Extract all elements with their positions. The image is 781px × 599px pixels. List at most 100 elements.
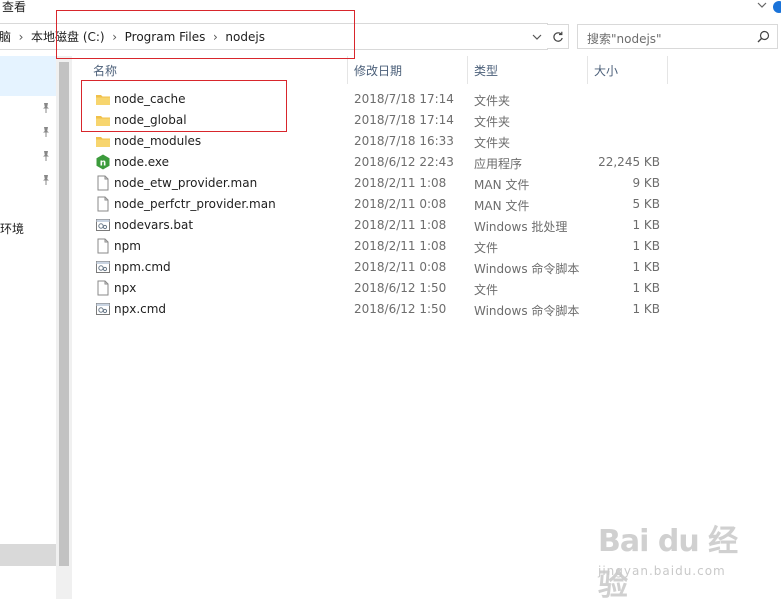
column-header-size[interactable]: 大小 [594,56,618,84]
folder-icon [96,116,110,126]
breadcrumb-item-pc[interactable]: 脑 [0,28,11,45]
file-type: 文件 [474,283,499,297]
refresh-button[interactable] [547,24,569,49]
file-icon [97,238,109,254]
file-row[interactable]: npx.cmd 2018/6/12 1:50 Windows 命令脚本 1 KB [87,299,687,320]
pin-icon[interactable] [40,174,52,186]
search-placeholder: 搜索"nodejs" [587,32,662,46]
file-name: nodevars.bat [114,218,194,232]
file-size: 1 KB [632,218,660,232]
file-type: MAN 文件 [474,178,530,192]
search-input[interactable]: 搜索"nodejs" [577,24,778,49]
column-header-type[interactable]: 类型 [474,56,498,84]
file-row[interactable]: nodevars.bat 2018/2/11 1:08 Windows 批处理 1 K… [87,215,687,236]
file-icon [97,175,109,191]
file-type: 应用程序 [474,157,523,171]
column-divider[interactable] [467,56,468,84]
file-name: node_etw_provider.man [114,176,258,190]
file-modified: 2018/7/18 17:14 [354,92,454,106]
file-name: npx [114,281,137,295]
column-header-modified[interactable]: 修改日期 [354,56,402,84]
help-icon[interactable] [773,1,781,13]
file-row[interactable]: node_cache 2018/7/18 17:14 文件夹 [87,89,687,110]
column-divider[interactable] [667,56,668,84]
file-row[interactable]: npm.cmd 2018/2/11 0:08 Windows 命令脚本 1 KB [87,257,687,278]
file-modified: 2018/7/18 16:33 [354,134,454,148]
file-type: Windows 命令脚本 [474,304,580,318]
search-icon[interactable] [757,30,770,43]
file-name: node_cache [114,92,186,106]
watermark-url: jingyan.baidu.com [598,564,726,578]
nav-item-selected[interactable] [0,544,56,566]
nav-item-quick-access[interactable] [0,56,56,96]
pin-icon[interactable] [40,150,52,162]
breadcrumb-item-program-files[interactable]: Program Files [125,30,206,44]
pin-icon[interactable] [40,102,52,114]
navigation-pane: 环境 [0,56,56,599]
file-modified: 2018/2/11 1:08 [354,176,447,190]
file-type: 文件夹 [474,94,511,108]
file-row[interactable]: n node.exe 2018/6/12 22:43 应用程序 22,245 KB [87,152,687,173]
file-row[interactable]: npm 2018/2/11 1:08 文件 1 KB [87,236,687,257]
column-header-label: 修改日期 [354,63,403,78]
file-type: 文件 [474,241,499,255]
file-modified: 2018/2/11 0:08 [354,260,447,274]
folder-icon [96,95,110,105]
breadcrumb-item-drive-c[interactable]: 本地磁盘 (C:) [31,28,105,45]
file-size: 1 KB [632,302,660,316]
column-header-name[interactable]: 名称 [93,56,117,84]
view-menu-tab[interactable]: 查看 [2,0,26,14]
file-modified: 2018/2/11 0:08 [354,197,447,211]
file-name: node.exe [114,155,170,169]
file-size: 9 KB [632,176,660,190]
folder-icon [96,137,110,147]
file-icon [97,280,109,296]
file-icon [97,196,109,212]
file-modified: 2018/6/12 1:50 [354,281,447,295]
file-row[interactable]: node_perfctr_provider.man 2018/2/11 0:08 M… [87,194,687,215]
file-row[interactable]: node_etw_provider.man 2018/2/11 1:08 MAN 文… [87,173,687,194]
file-modified: 2018/6/12 1:50 [354,302,447,316]
refresh-icon [552,31,563,42]
file-name: npm.cmd [114,260,171,274]
address-history-dropdown[interactable] [529,24,545,49]
file-row[interactable]: node_modules 2018/7/18 16:33 文件夹 [87,131,687,152]
script-icon [96,219,110,231]
column-divider[interactable] [587,56,588,84]
file-modified: 2018/6/12 22:43 [354,155,454,169]
file-type: Windows 批处理 [474,220,568,234]
script-icon [96,261,110,273]
file-size: 1 KB [632,239,660,253]
file-name: node_perfctr_provider.man [114,197,276,211]
column-divider[interactable] [347,56,348,84]
watermark-logo-text: Bai du 经验 [598,524,738,599]
address-bar[interactable]: 脑 › 本地磁盘 (C:) › Program Files › nodejs [0,23,548,50]
file-type: 文件夹 [474,115,511,129]
breadcrumb: 脑 › 本地磁盘 (C:) › Program Files › nodejs [0,24,265,49]
file-type: Windows 命令脚本 [474,262,580,276]
chevron-down-icon[interactable] [757,1,767,9]
file-modified: 2018/7/18 17:14 [354,113,454,127]
nodejs-exe-icon: n [96,154,110,170]
nav-item-label[interactable]: 环境 [0,220,24,237]
file-row[interactable]: node_global 2018/7/18 17:14 文件夹 [87,110,687,131]
pin-icon[interactable] [40,126,52,138]
file-size: 5 KB [632,197,660,211]
column-header-label: 大小 [594,63,619,78]
breadcrumb-item-nodejs[interactable]: nodejs [225,30,265,44]
chevron-right-icon[interactable]: › [205,30,225,44]
chevron-right-icon[interactable]: › [105,30,125,44]
baidu-jingyan-watermark: Bai du 经验 jingyan.baidu.com [598,516,748,599]
column-header-label: 名称 [93,63,118,78]
svg-text:n: n [100,159,106,169]
file-size: 1 KB [632,260,660,274]
file-row[interactable]: npx 2018/6/12 1:50 文件 1 KB [87,278,687,299]
file-modified: 2018/2/11 1:08 [354,218,447,232]
file-name: npm [114,239,141,253]
file-size: 1 KB [632,281,660,295]
column-header-label: 类型 [474,63,499,78]
scrollbar-thumb[interactable] [59,62,69,566]
chevron-right-icon[interactable]: › [11,30,31,44]
file-modified: 2018/2/11 1:08 [354,239,447,253]
file-type: MAN 文件 [474,199,530,213]
